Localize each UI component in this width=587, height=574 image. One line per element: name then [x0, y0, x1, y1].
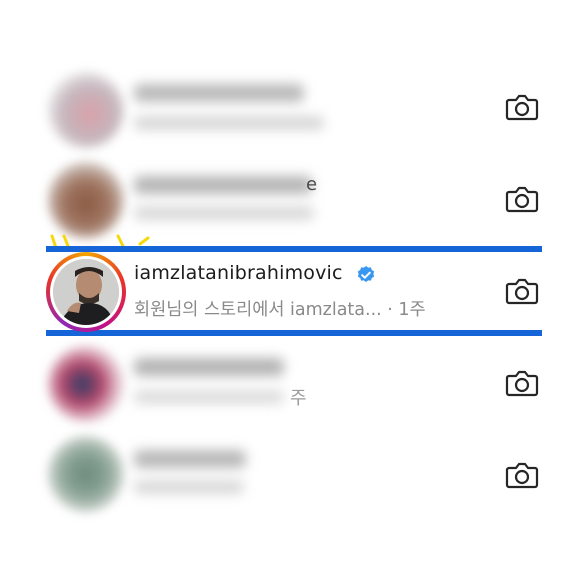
username-blurred [134, 176, 312, 194]
avatar[interactable] [48, 436, 124, 512]
username[interactable]: iamzlatanibrahimovic [134, 262, 343, 284]
avatar[interactable] [48, 72, 124, 148]
camera-icon[interactable] [505, 184, 539, 214]
stray-char: 주 [290, 388, 307, 409]
username-blurred [134, 84, 304, 102]
subtitle-blurred [134, 390, 284, 404]
camera-icon[interactable] [505, 368, 539, 398]
stray-char: e [306, 174, 318, 195]
list-item[interactable]: e [0, 156, 587, 242]
subtitle-blurred [134, 480, 244, 494]
camera-icon[interactable] [505, 276, 539, 306]
avatar[interactable] [48, 162, 124, 238]
list-item[interactable] [0, 64, 587, 150]
story-ring[interactable] [46, 252, 126, 332]
highlight-bottom [46, 330, 542, 336]
subtitle-blurred [134, 206, 314, 220]
verified-badge-icon [357, 266, 375, 282]
avatar[interactable] [53, 259, 119, 325]
subtitle-blurred [134, 116, 324, 130]
camera-icon[interactable] [505, 92, 539, 122]
highlight-top [46, 246, 542, 252]
list-item[interactable]: 주 [0, 338, 587, 424]
avatar[interactable] [48, 346, 124, 422]
camera-icon[interactable] [505, 460, 539, 490]
username-blurred [134, 450, 246, 468]
username-blurred [134, 358, 284, 376]
story-reply-subtitle: 회원님의 스토리에서 iamzlata... · 1주 [134, 300, 426, 320]
list-item[interactable] [0, 430, 587, 516]
